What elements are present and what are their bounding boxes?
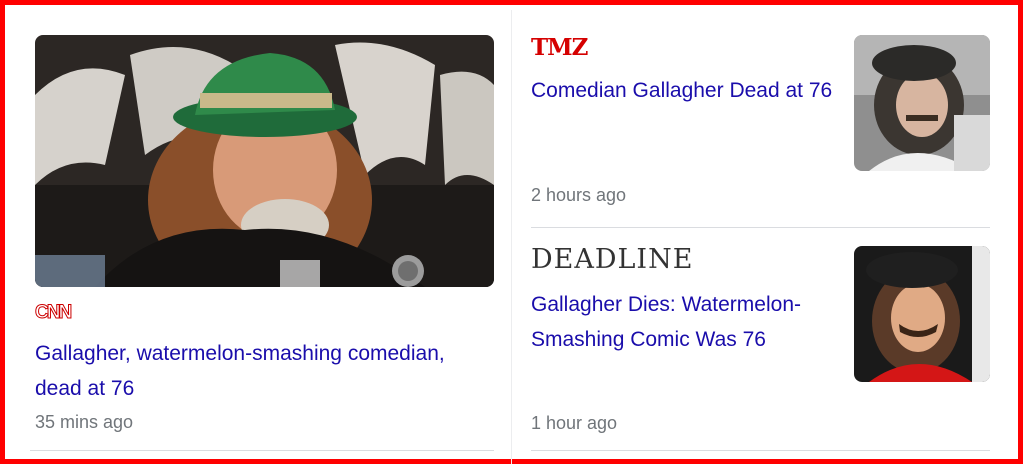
divider [531, 227, 990, 228]
news-panel: CNN Gallagher, watermelon-smashing comed… [0, 0, 1023, 464]
divider [30, 450, 494, 451]
story-headline[interactable]: Gallagher Dies: Watermelon-Smashing Comi… [531, 287, 843, 357]
lead-story-card[interactable]: CNN Gallagher, watermelon-smashing comed… [35, 35, 494, 433]
story-thumbnail[interactable] [854, 246, 990, 382]
story-timestamp: 2 hours ago [531, 185, 627, 205]
story-headline[interactable]: Comedian Gallagher Dead at 76 [531, 73, 843, 108]
lead-story-headline[interactable]: Gallagher, watermelon-smashing comedian,… [35, 336, 494, 406]
story-card-tmz[interactable]: TMZ Comedian Gallagher Dead at 76 2 hour… [531, 35, 990, 215]
divider [531, 450, 990, 451]
story-thumbnail[interactable] [854, 35, 990, 171]
story-card-deadline[interactable]: DEADLINE Gallagher Dies: Watermelon-Smas… [531, 245, 990, 450]
lead-story-timestamp: 35 mins ago [35, 412, 134, 432]
cnn-logo: CNN [35, 302, 73, 324]
story-timestamp: 1 hour ago [531, 413, 618, 433]
lead-story-image[interactable] [35, 35, 494, 287]
column-divider [511, 10, 512, 464]
